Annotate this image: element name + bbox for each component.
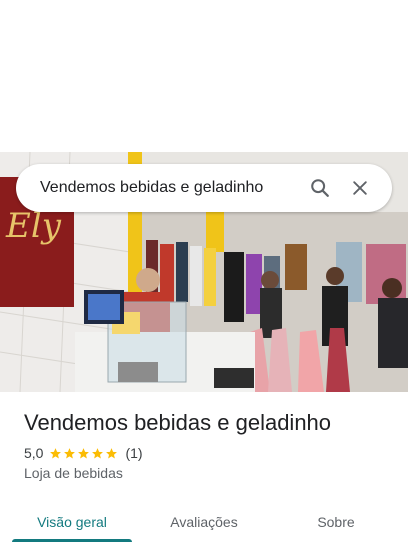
star-icon xyxy=(92,447,104,458)
star-icon xyxy=(50,447,62,458)
review-count: (1) xyxy=(125,445,143,461)
tab-overview[interactable]: Visão geral xyxy=(0,500,144,544)
clear-search-button[interactable] xyxy=(340,168,380,208)
wall-sign-text: Ely xyxy=(5,206,62,246)
star-icon xyxy=(106,447,118,458)
search-button[interactable] xyxy=(300,168,340,208)
tab-reviews-label: Avaliações xyxy=(170,514,238,530)
search-bar[interactable]: Vendemos bebidas e geladinho xyxy=(16,164,392,212)
tab-reviews[interactable]: Avaliações xyxy=(144,500,264,544)
map-blank-area xyxy=(0,0,408,152)
rating-row[interactable]: 5,0 (1) xyxy=(24,445,143,461)
tab-about-label: Sobre xyxy=(317,514,355,530)
rating-stars xyxy=(49,447,119,460)
rating-value: 5,0 xyxy=(24,445,44,461)
place-category: Loja de bebidas xyxy=(24,465,123,481)
close-icon xyxy=(353,181,367,195)
place-tabs: Visão geral Avaliações Sobre xyxy=(0,500,408,544)
place-details-panel: Vendemos bebidas e geladinho 5,0 (1) Loj… xyxy=(0,392,408,544)
place-title: Vendemos bebidas e geladinho xyxy=(24,410,332,435)
active-tab-indicator xyxy=(12,539,132,542)
tab-about[interactable]: Sobre xyxy=(264,500,408,544)
star-icon xyxy=(78,447,90,458)
search-icon xyxy=(311,179,329,197)
star-icon xyxy=(64,447,76,458)
search-input[interactable]: Vendemos bebidas e geladinho xyxy=(40,179,300,197)
tab-overview-label: Visão geral xyxy=(37,514,107,530)
